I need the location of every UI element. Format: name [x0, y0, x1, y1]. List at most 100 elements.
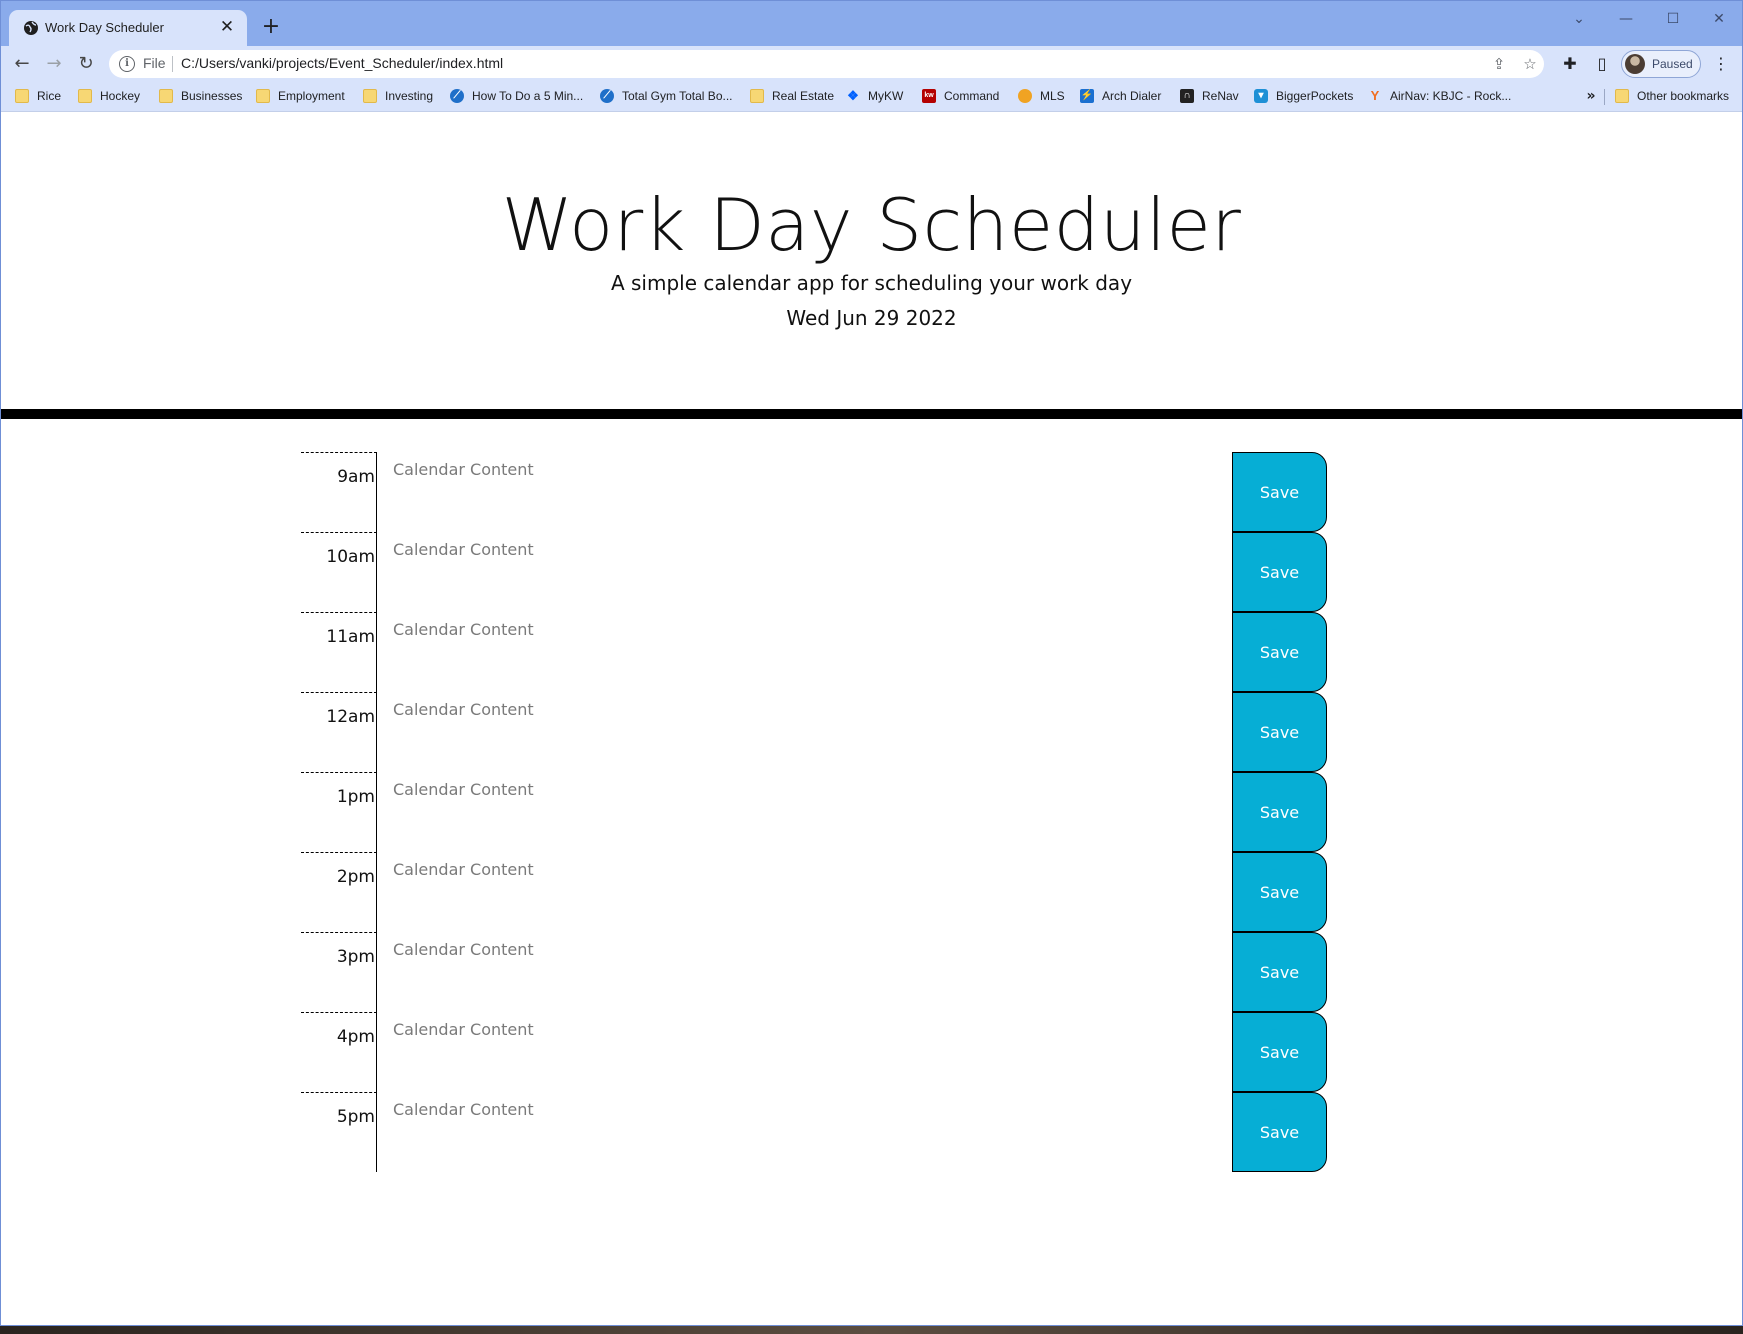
save-button[interactable]: Save [1232, 852, 1327, 932]
time-block: 3pm Save [301, 932, 1327, 1012]
avatar [1625, 54, 1645, 74]
tab-title: Work Day Scheduler [45, 20, 164, 35]
desktop-edge [0, 1326, 1743, 1334]
bookmark-label: Investing [385, 89, 434, 103]
event-description-input[interactable] [377, 692, 1232, 772]
renav-icon: ∩ [1180, 89, 1194, 103]
page-subtitle: A simple calendar app for scheduling you… [610, 271, 1133, 295]
save-button[interactable]: Save [1232, 1092, 1327, 1172]
save-button[interactable]: Save [1232, 452, 1327, 532]
bookmark-label: ReNav [1202, 89, 1239, 103]
maximize-icon[interactable]: ☐ [1658, 7, 1688, 31]
save-button[interactable]: Save [1232, 1012, 1327, 1092]
bookmark-label: MLS [1040, 89, 1065, 103]
forward-arrow-icon[interactable]: → [41, 51, 67, 77]
close-window-icon[interactable]: ✕ [1704, 7, 1734, 31]
kw-icon: kw [922, 89, 936, 103]
address-bar[interactable]: i File C:/Users/vanki/projects/Event_Sch… [109, 50, 1544, 78]
time-block: 1pm Save [301, 772, 1327, 852]
share-icon[interactable]: ⇪ [1489, 54, 1509, 74]
bookmark-label: MyKW [868, 89, 904, 103]
hour-label: 10am [301, 532, 377, 612]
save-button[interactable]: Save [1232, 692, 1327, 772]
bookmark-how-to-do[interactable]: ⟋ How To Do a 5 Min... [450, 86, 583, 106]
bookmark-businesses[interactable]: Businesses [159, 86, 242, 106]
address-url[interactable]: C:/Users/vanki/projects/Event_Scheduler/… [181, 55, 503, 71]
bookmark-label: Employment [278, 89, 345, 103]
info-icon[interactable]: i [119, 56, 135, 72]
browser-tab[interactable]: Work Day Scheduler ✕ [9, 10, 247, 46]
profile-status: Paused [1652, 57, 1693, 71]
bookmarks-overflow-icon[interactable]: » [1581, 86, 1601, 106]
bookmark-renav[interactable]: ∩ ReNav [1180, 86, 1239, 106]
bookmark-arch-dialer[interactable]: ⚡ Arch Dialer [1080, 86, 1161, 106]
time-block: 4pm Save [301, 1012, 1327, 1092]
bookmark-command[interactable]: kw Command [922, 86, 999, 106]
site-icon: ⟋ [450, 89, 464, 103]
folder-icon [159, 89, 173, 103]
save-button[interactable]: Save [1232, 772, 1327, 852]
tab-search-icon[interactable]: ⌄ [1564, 7, 1594, 31]
extensions-icon[interactable]: ✚ [1558, 52, 1582, 76]
bookmark-hockey[interactable]: Hockey [78, 86, 140, 106]
event-description-input[interactable] [377, 852, 1232, 932]
site-icon: ⟋ [600, 89, 614, 103]
event-description-input[interactable] [377, 1092, 1232, 1172]
biggerpockets-icon: ▾ [1254, 89, 1268, 103]
profile-button[interactable]: Paused [1621, 50, 1701, 78]
bookmark-mls[interactable]: MLS [1018, 86, 1065, 106]
side-panel-icon[interactable]: ▯ [1590, 52, 1614, 76]
bookmark-label: Other bookmarks [1637, 89, 1730, 103]
save-button[interactable]: Save [1232, 532, 1327, 612]
hour-label: 2pm [301, 852, 377, 932]
menu-kebab-icon[interactable]: ⋮ [1709, 52, 1733, 76]
time-block: 11am Save [301, 612, 1327, 692]
bookmark-rice[interactable]: Rice [15, 86, 61, 106]
arch-icon: ⚡ [1080, 89, 1094, 103]
event-description-input[interactable] [377, 612, 1232, 692]
bookmark-label: Arch Dialer [1102, 89, 1162, 103]
time-block: 5pm Save [301, 1092, 1327, 1172]
save-button[interactable]: Save [1232, 612, 1327, 692]
event-description-input[interactable] [377, 532, 1232, 612]
bookmark-other-bookmarks[interactable]: Other bookmarks [1615, 86, 1729, 106]
bookmark-investing[interactable]: Investing [363, 86, 433, 106]
event-description-input[interactable] [377, 772, 1232, 852]
current-day: Wed Jun 29 2022 [786, 306, 957, 330]
bookmark-total-gym[interactable]: ⟋ Total Gym Total Bo... [600, 86, 733, 106]
minimize-icon[interactable]: — [1611, 7, 1641, 31]
bookmark-label: BiggerPockets [1276, 89, 1354, 103]
bookmark-biggerpockets[interactable]: ▾ BiggerPockets [1254, 86, 1353, 106]
bookmark-star-icon[interactable]: ☆ [1520, 54, 1540, 74]
time-block: 2pm Save [301, 852, 1327, 932]
globe-icon [24, 21, 38, 35]
time-block: 9am Save [301, 452, 1327, 532]
bookmark-label: Command [944, 89, 1000, 103]
bookmark-label: Rice [37, 89, 62, 103]
hour-label: 11am [301, 612, 377, 692]
page-title: Work Day Scheduler [501, 183, 1242, 267]
bookmark-airnav[interactable]: Y AirNav: KBJC - Rock... [1368, 86, 1512, 106]
close-tab-icon[interactable]: ✕ [217, 17, 237, 37]
browser-window: Work Day Scheduler ✕ + ⌄ — ☐ ✕ ← → ↻ i F… [0, 0, 1743, 1326]
folder-icon [256, 89, 270, 103]
hour-label: 4pm [301, 1012, 377, 1092]
reload-icon[interactable]: ↻ [73, 51, 99, 77]
bookmark-employment[interactable]: Employment [256, 86, 345, 106]
time-block: 10am Save [301, 532, 1327, 612]
bookmark-mykw[interactable]: ❖ MyKW [846, 86, 903, 106]
event-description-input[interactable] [377, 932, 1232, 1012]
address-separator [172, 56, 173, 72]
page-header: Work Day Scheduler A simple calendar app… [1, 113, 1742, 409]
save-button[interactable]: Save [1232, 932, 1327, 1012]
hour-label: 3pm [301, 932, 377, 1012]
new-tab-button[interactable]: + [259, 15, 283, 39]
bookmark-real-estate[interactable]: Real Estate [750, 86, 834, 106]
event-description-input[interactable] [377, 452, 1232, 532]
back-arrow-icon[interactable]: ← [9, 51, 35, 77]
folder-icon [1615, 89, 1629, 103]
hour-label: 12am [301, 692, 377, 772]
folder-icon [15, 89, 29, 103]
hour-label: 9am [301, 452, 377, 532]
event-description-input[interactable] [377, 1012, 1232, 1092]
